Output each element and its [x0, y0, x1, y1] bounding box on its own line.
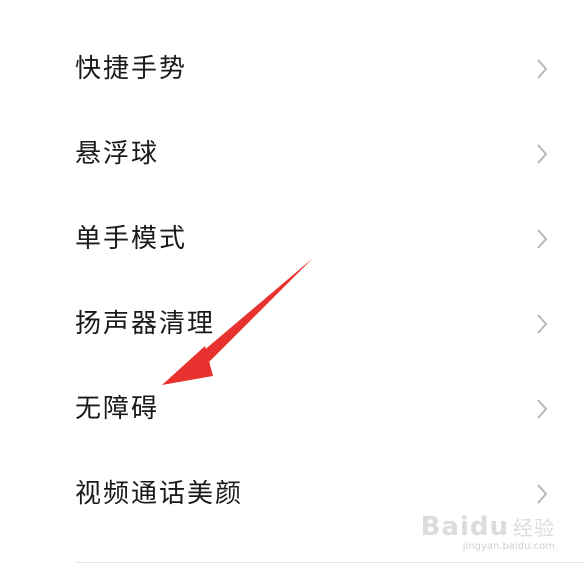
settings-item-quick-gestures[interactable]: 快捷手势: [0, 26, 585, 111]
chevron-right-icon: [535, 58, 549, 80]
list-divider: [75, 562, 585, 563]
settings-item-accessibility[interactable]: 无障碍: [0, 366, 585, 451]
settings-item-speaker-cleanup[interactable]: 扬声器清理: [0, 281, 585, 366]
chevron-right-icon: [535, 228, 549, 250]
settings-item-label: 视频通话美颜: [75, 478, 244, 509]
baidu-watermark: Baidu 经验 jingyan.baidu.com: [421, 514, 555, 552]
settings-item-label: 快捷手势: [75, 53, 188, 84]
settings-screen: 快捷手势 悬浮球 单手模式 扬声器清理 无障碍 视频通话美颜 Baidu 经验 …: [0, 0, 585, 568]
settings-item-floating-ball[interactable]: 悬浮球: [0, 111, 585, 196]
settings-item-one-handed-mode[interactable]: 单手模式: [0, 196, 585, 281]
watermark-url: jingyan.baidu.com: [462, 541, 555, 552]
settings-list: 快捷手势 悬浮球 单手模式 扬声器清理 无障碍 视频通话美颜: [0, 26, 585, 536]
watermark-logo: Baidu 经验: [420, 512, 555, 542]
chevron-right-icon: [535, 313, 549, 335]
settings-item-label: 单手模式: [75, 223, 188, 254]
settings-item-label: 扬声器清理: [75, 308, 216, 339]
chevron-right-icon: [535, 398, 549, 420]
chevron-right-icon: [535, 143, 549, 165]
settings-item-label: 无障碍: [75, 393, 160, 424]
chevron-right-icon: [535, 483, 549, 505]
settings-item-label: 悬浮球: [75, 138, 160, 169]
